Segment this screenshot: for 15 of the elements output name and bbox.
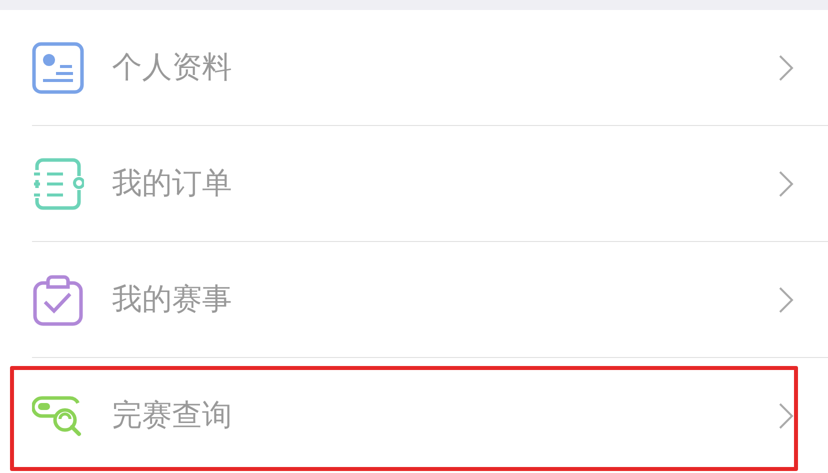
clipboard-check-icon bbox=[32, 274, 84, 326]
menu-label: 我的赛事 bbox=[112, 281, 233, 319]
menu-item[interactable]: 我的赛事 bbox=[0, 242, 828, 357]
notebook-icon bbox=[32, 158, 84, 210]
menu-label: 完赛查询 bbox=[112, 397, 233, 435]
chevron-right-icon bbox=[778, 170, 794, 198]
id-card-icon bbox=[32, 42, 84, 94]
menu-item[interactable]: 我的订单 bbox=[0, 126, 828, 241]
menu-label: 我的订单 bbox=[112, 165, 233, 203]
menu-item[interactable]: 完赛查询 bbox=[0, 358, 828, 473]
chevron-right-icon bbox=[778, 54, 794, 82]
chevron-right-icon bbox=[778, 286, 794, 314]
menu-label: 个人资料 bbox=[112, 49, 233, 87]
chevron-right-icon bbox=[778, 402, 794, 430]
menu-item[interactable]: 个人资料 bbox=[0, 10, 828, 125]
